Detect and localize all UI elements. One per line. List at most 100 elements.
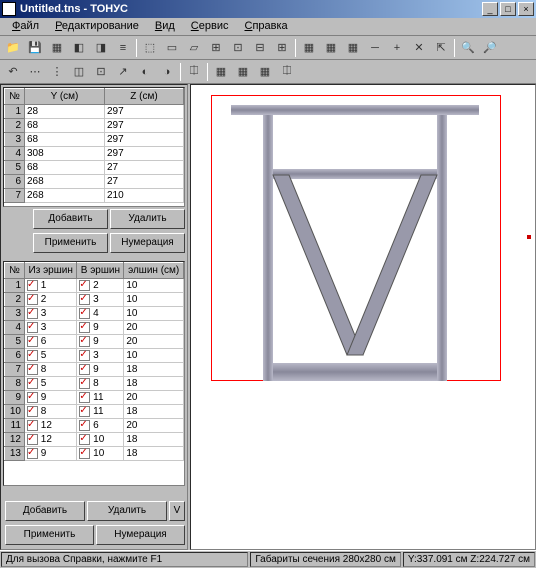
tb2-btn-6[interactable]: ◐ bbox=[135, 62, 155, 82]
apply-button[interactable]: Применить bbox=[33, 233, 108, 253]
tb1-btn-23[interactable]: 🔍 bbox=[458, 38, 478, 58]
col-w[interactable]: элшин (см) bbox=[124, 263, 184, 279]
check-icon bbox=[27, 280, 38, 291]
check-icon bbox=[79, 294, 90, 305]
tb1-btn-11[interactable]: ⊡ bbox=[228, 38, 248, 58]
menu-service[interactable]: Сервис bbox=[183, 18, 237, 35]
app-icon bbox=[2, 2, 16, 16]
table-row[interactable]: 1 bbox=[5, 279, 25, 293]
add-button-2[interactable]: Добавить bbox=[5, 501, 85, 521]
tb2-btn-9[interactable]: ⎅ bbox=[184, 62, 204, 82]
table-row[interactable]: 7 bbox=[5, 189, 25, 203]
tb1-btn-16[interactable]: ▦ bbox=[321, 38, 341, 58]
v-button[interactable]: V bbox=[169, 501, 185, 521]
tb1-btn-13[interactable]: ⊞ bbox=[272, 38, 292, 58]
table-row[interactable]: 5 bbox=[5, 161, 25, 175]
close-button[interactable]: × bbox=[518, 2, 534, 16]
col-z[interactable]: Z (см) bbox=[104, 89, 183, 105]
tb1-btn-0[interactable]: 📁 bbox=[3, 38, 23, 58]
drawing-canvas[interactable] bbox=[190, 84, 536, 550]
col-to[interactable]: В эршин bbox=[77, 263, 124, 279]
tb2-btn-5[interactable]: ↗ bbox=[113, 62, 133, 82]
table-row[interactable]: 12 bbox=[5, 433, 25, 447]
numbering-button-2[interactable]: Нумерация bbox=[96, 525, 185, 545]
tb1-btn-12[interactable]: ⊟ bbox=[250, 38, 270, 58]
tb1-btn-20[interactable]: ✕ bbox=[409, 38, 429, 58]
tb1-btn-1[interactable]: 💾 bbox=[25, 38, 45, 58]
table-row[interactable]: 3 bbox=[5, 133, 25, 147]
tb2-btn-14[interactable]: ⎅ bbox=[277, 62, 297, 82]
table-row[interactable]: 4 bbox=[5, 321, 25, 335]
side-panel: № Y (см) Z (см) 128297268297368297430829… bbox=[0, 84, 188, 550]
table-row[interactable]: 6 bbox=[5, 175, 25, 189]
check-icon bbox=[79, 406, 90, 417]
tb2-btn-12[interactable]: ▦ bbox=[233, 62, 253, 82]
maximize-button[interactable]: □ bbox=[500, 2, 516, 16]
tb1-btn-17[interactable]: ▦ bbox=[343, 38, 363, 58]
minimize-button[interactable]: _ bbox=[482, 2, 498, 16]
table-row[interactable]: 5 bbox=[5, 335, 25, 349]
tb1-btn-9[interactable]: ▱ bbox=[184, 38, 204, 58]
table-row[interactable]: 1 bbox=[5, 105, 25, 119]
col-n2[interactable]: № bbox=[5, 263, 25, 279]
status-help: Для вызова Справки, нажмите F1 bbox=[1, 552, 248, 567]
table-row[interactable]: 6 bbox=[5, 349, 25, 363]
table-row[interactable]: 3 bbox=[5, 307, 25, 321]
tb1-btn-19[interactable]: + bbox=[387, 38, 407, 58]
tb2-btn-13[interactable]: ▦ bbox=[255, 62, 275, 82]
numbering-button[interactable]: Нумерация bbox=[110, 233, 185, 253]
tb1-btn-4[interactable]: ◨ bbox=[91, 38, 111, 58]
check-icon bbox=[79, 336, 90, 347]
status-coords: Y:337.091 см Z:224.727 см bbox=[403, 552, 535, 567]
tb2-btn-3[interactable]: ◫ bbox=[69, 62, 89, 82]
tb1-btn-7[interactable]: ⬚ bbox=[140, 38, 160, 58]
table-row[interactable]: 2 bbox=[5, 293, 25, 307]
table-row[interactable]: 8 bbox=[5, 377, 25, 391]
titlebar: Untitled.tns - ТОНУС _ □ × bbox=[0, 0, 536, 18]
menu-edit[interactable]: Редактирование bbox=[47, 18, 147, 35]
check-icon bbox=[79, 378, 90, 389]
check-icon bbox=[27, 322, 38, 333]
col-y[interactable]: Y (см) bbox=[25, 89, 105, 105]
tb1-btn-10[interactable]: ⊞ bbox=[206, 38, 226, 58]
table-row[interactable]: 11 bbox=[5, 419, 25, 433]
table-row[interactable]: 10 bbox=[5, 405, 25, 419]
check-icon bbox=[79, 392, 90, 403]
edges-buttons-1: Добавить Удалить V bbox=[5, 501, 185, 521]
tb1-btn-18[interactable]: ─ bbox=[365, 38, 385, 58]
tb2-btn-4[interactable]: ⊡ bbox=[91, 62, 111, 82]
col-from[interactable]: Из эршин bbox=[25, 263, 77, 279]
col-n[interactable]: № bbox=[5, 89, 25, 105]
tb1-btn-5[interactable]: ≡ bbox=[113, 38, 133, 58]
tb1-btn-8[interactable]: ▭ bbox=[162, 38, 182, 58]
tb2-btn-2[interactable]: ⋮ bbox=[47, 62, 67, 82]
edges-table[interactable]: № Из эршин В эршин элшин (см) 1 1 2102 2… bbox=[3, 261, 185, 486]
table-row[interactable]: 2 bbox=[5, 119, 25, 133]
tb1-btn-21[interactable]: ⇱ bbox=[431, 38, 451, 58]
table-row[interactable]: 9 bbox=[5, 391, 25, 405]
table-row[interactable]: 7 bbox=[5, 363, 25, 377]
apply-button-2[interactable]: Применить bbox=[5, 525, 94, 545]
tb2-btn-11[interactable]: ▦ bbox=[211, 62, 231, 82]
status-dims: Габариты сечения 280x280 см bbox=[250, 552, 401, 567]
table-row[interactable]: 13 bbox=[5, 447, 25, 461]
tb2-btn-7[interactable]: ◑ bbox=[157, 62, 177, 82]
menu-help[interactable]: Справка bbox=[236, 18, 295, 35]
tb1-btn-2[interactable]: ▦ bbox=[47, 38, 67, 58]
statusbar: Для вызова Справки, нажмите F1 Габариты … bbox=[0, 550, 536, 568]
workspace: № Y (см) Z (см) 128297268297368297430829… bbox=[0, 84, 536, 550]
menu-view[interactable]: Вид bbox=[147, 18, 183, 35]
check-icon bbox=[27, 378, 38, 389]
add-button[interactable]: Добавить bbox=[33, 209, 108, 229]
vertices-buttons-1: Добавить Удалить bbox=[33, 209, 185, 229]
table-row[interactable]: 4 bbox=[5, 147, 25, 161]
menu-file[interactable]: Файл bbox=[4, 18, 47, 35]
tb1-btn-3[interactable]: ◧ bbox=[69, 38, 89, 58]
tb1-btn-24[interactable]: 🔎 bbox=[480, 38, 500, 58]
delete-button[interactable]: Удалить bbox=[110, 209, 185, 229]
tb1-btn-15[interactable]: ▦ bbox=[299, 38, 319, 58]
tb2-btn-0[interactable]: ↶ bbox=[3, 62, 23, 82]
vertices-table[interactable]: № Y (см) Z (см) 128297268297368297430829… bbox=[3, 87, 185, 207]
tb2-btn-1[interactable]: ⋯ bbox=[25, 62, 45, 82]
delete-button-2[interactable]: Удалить bbox=[87, 501, 167, 521]
